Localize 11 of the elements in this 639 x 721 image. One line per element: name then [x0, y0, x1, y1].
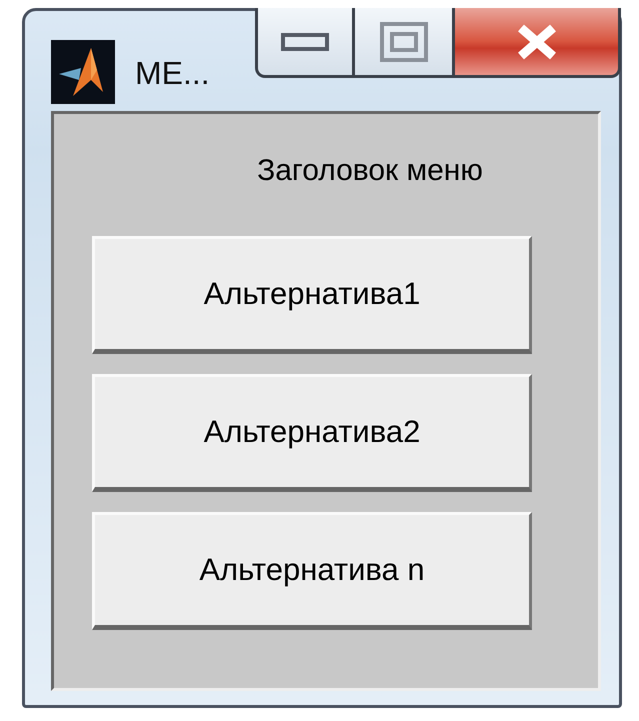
menu-option-button[interactable]: Альтернатива n — [92, 512, 532, 630]
menu-option-button[interactable]: Альтернатива2 — [92, 374, 532, 492]
app-icon — [51, 40, 115, 104]
close-button[interactable] — [455, 8, 621, 78]
maximize-button[interactable] — [355, 8, 455, 78]
menu-header: Заголовок меню — [257, 154, 483, 188]
maximize-icon — [380, 22, 428, 62]
window-title: ME... — [135, 55, 210, 92]
minimize-icon — [281, 32, 329, 52]
menu-option-button[interactable]: Альтернатива1 — [92, 236, 532, 354]
minimize-button[interactable] — [255, 8, 355, 78]
